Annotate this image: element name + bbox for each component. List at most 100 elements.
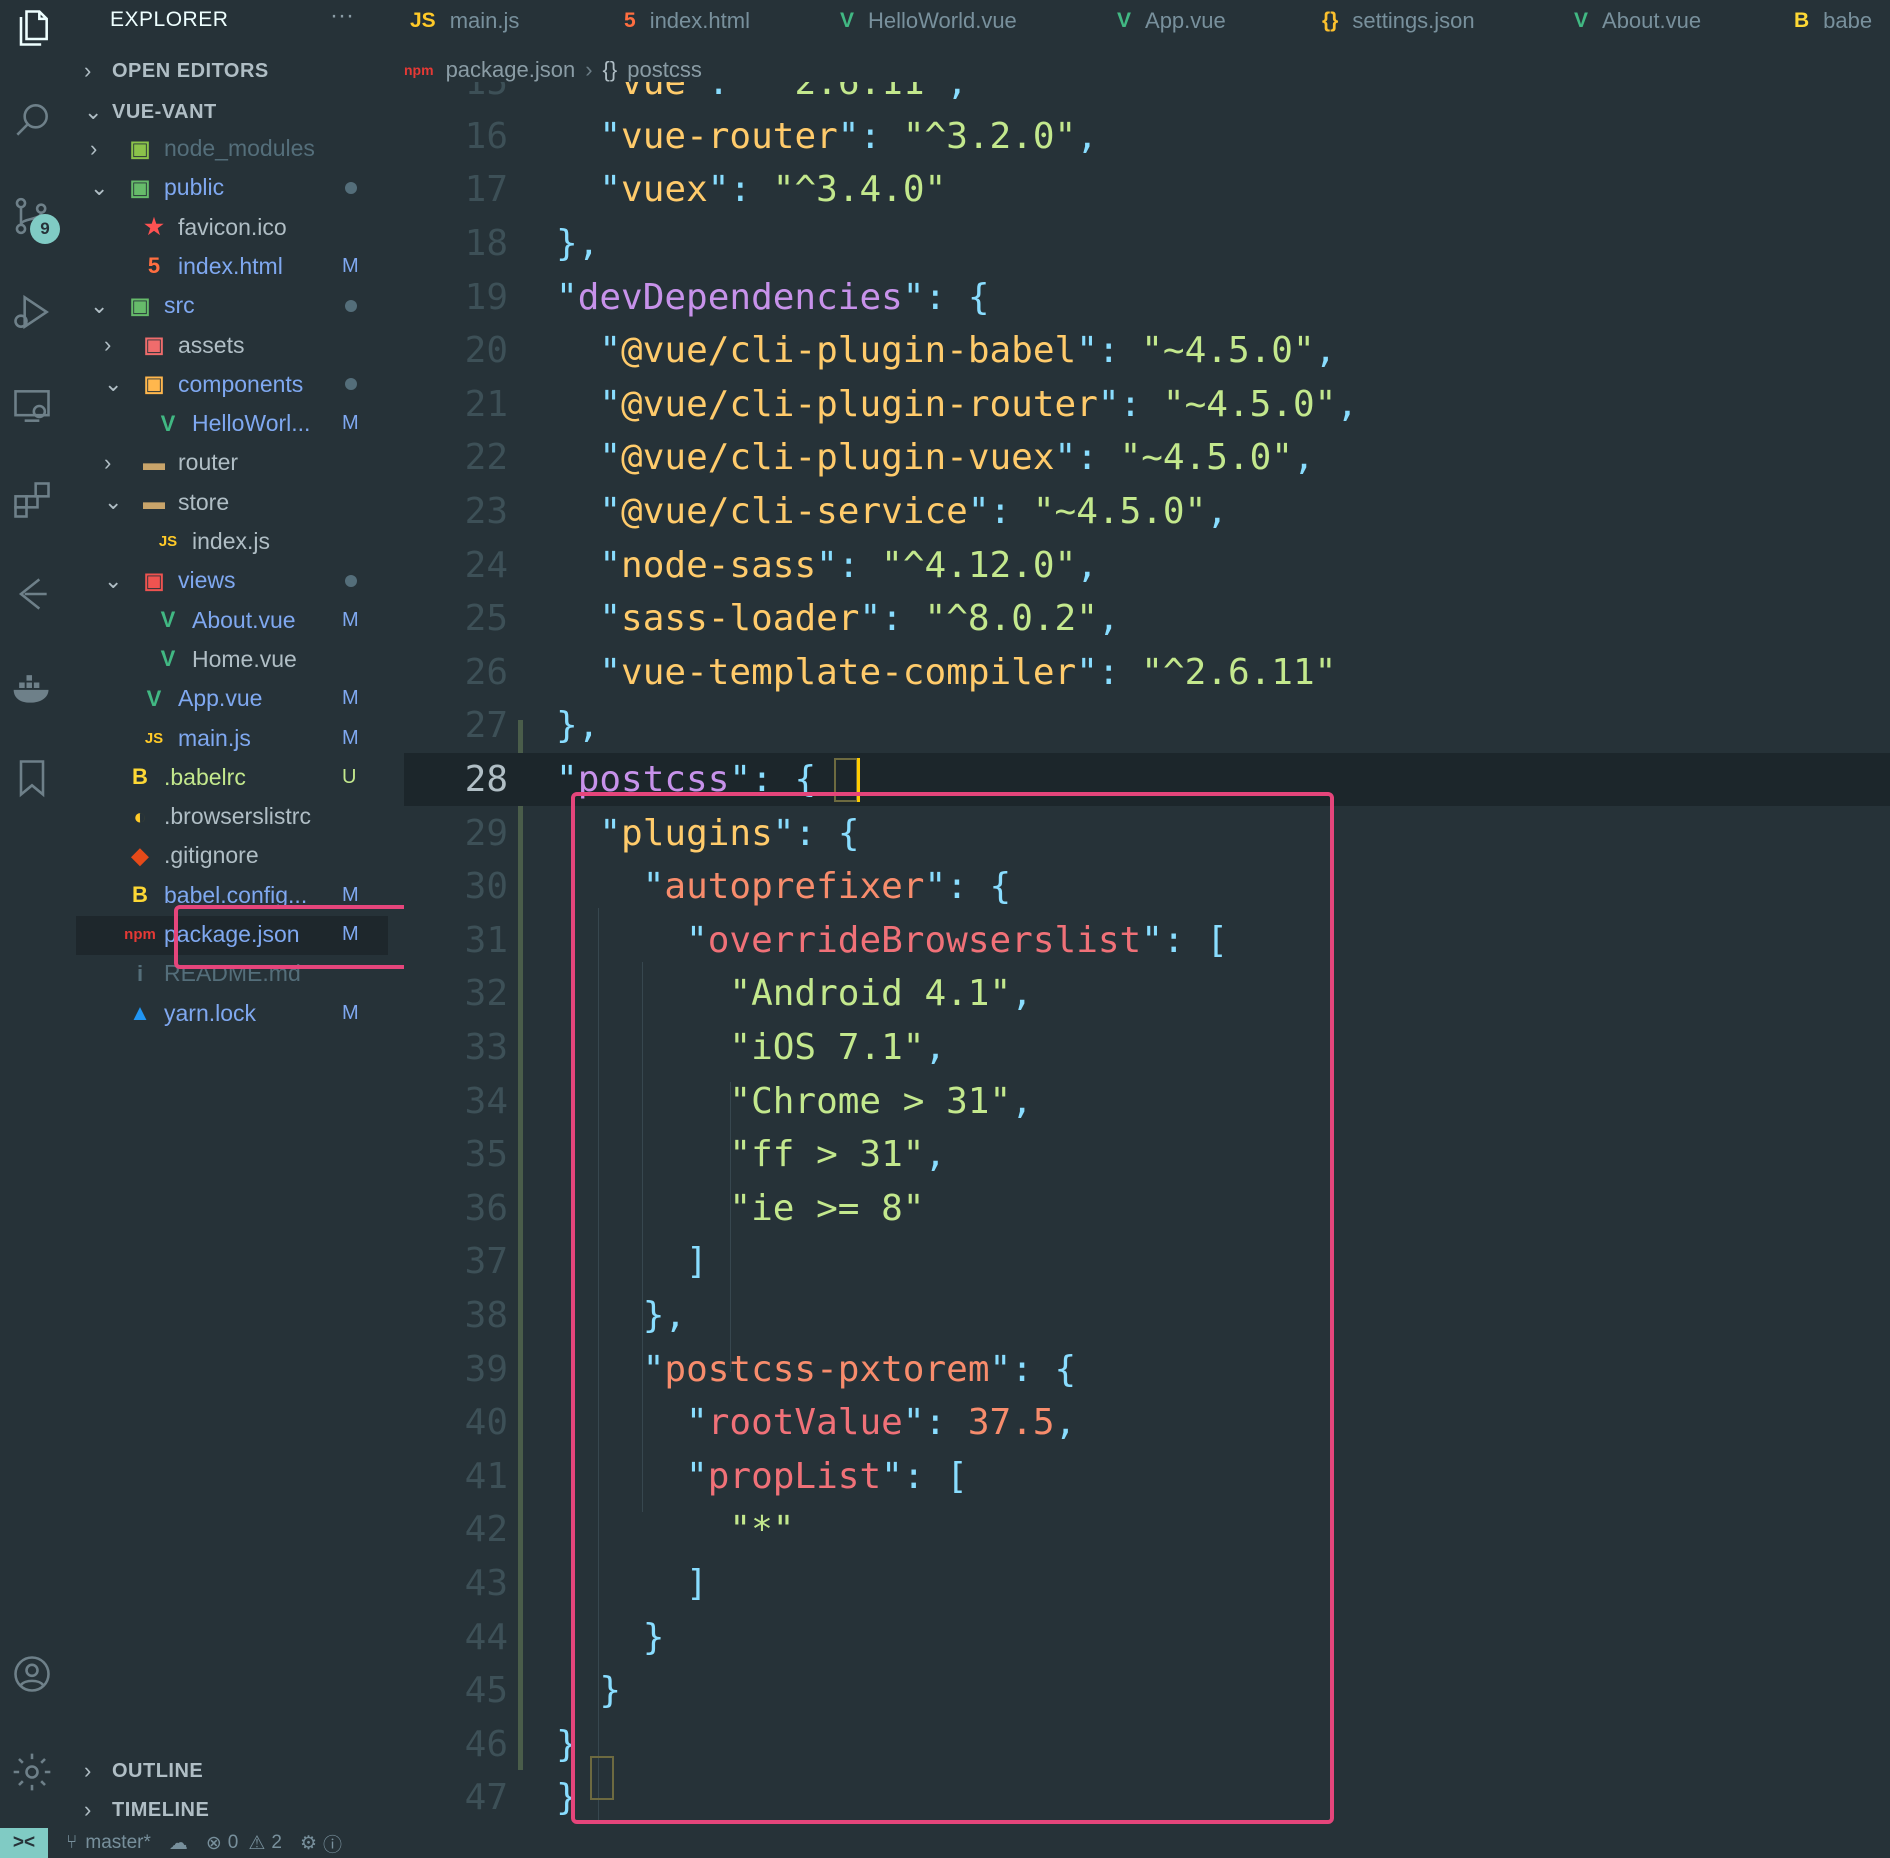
line-number: 36 <box>464 1187 508 1229</box>
chevron-down-icon: ⌄ <box>84 99 103 124</box>
editor-tab[interactable]: JS main.js <box>410 0 519 42</box>
chevron-right-icon[interactable]: › <box>104 450 124 476</box>
code-line: 16 "vue-router": "^3.2.0", <box>404 110 1890 164</box>
line-number: 38 <box>464 1295 508 1337</box>
code-text: "@vue/cli-plugin-babel": "~4.5.0", <box>599 330 1337 372</box>
remote-explorer-icon[interactable] <box>6 380 58 432</box>
bookmarks-icon[interactable] <box>6 752 58 804</box>
activity-bar: 9 <box>0 0 64 1828</box>
chevron-right-icon[interactable]: › <box>104 332 124 358</box>
line-number: 26 <box>464 651 508 693</box>
line-number: 24 <box>464 544 508 586</box>
tree-item-label: index.js <box>192 528 270 554</box>
breadcrumb-symbol[interactable]: postcss <box>627 57 702 83</box>
problems-indicator[interactable]: ⊗ 0 ⚠ 2 <box>206 1832 282 1855</box>
code-text: "vue-template-compiler": "^2.6.11" <box>599 651 1337 693</box>
tab-label: App.vue <box>1145 8 1226 33</box>
chevron-right-icon: › <box>84 1797 92 1822</box>
modified-dot-icon <box>345 378 357 391</box>
line-number: 17 <box>464 169 508 211</box>
tree-item-label: src <box>164 292 195 319</box>
tree-item-label: assets <box>178 331 245 358</box>
git-status-badge: M <box>342 412 359 435</box>
code-line: 23 "@vue/cli-service": "~4.5.0", <box>404 485 1890 539</box>
folder-icon: ▣ <box>143 371 165 397</box>
more-actions-icon[interactable]: ··· <box>330 2 354 30</box>
code-text: "vue-router": "^3.2.0", <box>599 115 1098 157</box>
remote-indicator-icon[interactable]: >< <box>0 1828 48 1858</box>
run-debug-icon[interactable] <box>6 286 58 338</box>
editor-tab[interactable]: 5 index.html <box>624 0 750 42</box>
line-number: 41 <box>464 1455 508 1497</box>
warning-icon: ⚠ <box>248 1832 266 1854</box>
tree-item-label: App.vue <box>178 685 263 712</box>
json-file-icon: {} <box>1322 9 1339 32</box>
code-text: "node-sass": "^4.12.0", <box>599 544 1098 586</box>
editor-tab[interactable]: Bbabe <box>1794 0 1872 42</box>
debug-icon[interactable]: ⚙ <box>300 1832 317 1855</box>
html-file-icon: 5 <box>147 253 161 279</box>
chevron-right-icon[interactable]: › <box>90 136 110 162</box>
vue-file-icon: V <box>160 646 176 672</box>
account-icon[interactable] <box>6 1648 58 1700</box>
docker-icon[interactable] <box>6 662 58 714</box>
line-number: 30 <box>464 866 508 908</box>
breadcrumb-symbol-icon: {} <box>602 57 618 82</box>
editor-tab[interactable]: V About.vue <box>1574 0 1701 42</box>
highlight-annotation-box <box>571 792 1334 1824</box>
info-icon[interactable]: ⓘ <box>323 1830 342 1857</box>
folder-icon: ▣ <box>143 567 165 593</box>
editor-tab[interactable]: V HelloWorld.vue <box>840 0 1017 42</box>
line-number: 32 <box>464 973 508 1015</box>
javascript-file-icon: JS <box>410 9 436 32</box>
files-icon[interactable] <box>6 2 58 54</box>
tree-item-label: yarn.lock <box>164 999 257 1026</box>
tree-item-label: About.vue <box>192 606 296 633</box>
code-line: 19 "devDependencies": { <box>404 270 1890 324</box>
javascript-file-icon: JS <box>158 533 178 550</box>
readme-file-icon: i <box>136 960 144 986</box>
breadcrumb-file[interactable]: package.json <box>446 57 576 83</box>
code-text: }, <box>556 705 600 747</box>
outline-section[interactable]: › OUTLINE <box>84 1758 203 1784</box>
tree-item-label: favicon.ico <box>178 213 287 240</box>
settings-gear-icon[interactable] <box>6 1746 58 1798</box>
extensions-icon[interactable] <box>6 474 58 526</box>
code-text: "vuex": "^3.4.0" <box>599 169 947 211</box>
code-line: 18}, <box>404 217 1890 271</box>
tab-label: HelloWorld.vue <box>868 8 1017 33</box>
line-number: 28 <box>464 759 508 801</box>
line-number: 29 <box>464 812 508 854</box>
favicon-file-icon: ★ <box>144 214 164 240</box>
editor-tab[interactable]: V App.vue <box>1117 0 1226 42</box>
open-editors-section[interactable]: › OPEN EDITORS <box>84 58 269 84</box>
open-editors-label: OPEN EDITORS <box>112 59 269 82</box>
line-number: 21 <box>464 383 508 425</box>
line-number: 35 <box>464 1134 508 1176</box>
code-text: "@vue/cli-plugin-vuex": "~4.5.0", <box>599 437 1315 479</box>
timeline-section[interactable]: › TIMELINE <box>84 1797 209 1823</box>
tree-item-label: main.js <box>178 724 251 751</box>
line-number: 20 <box>464 330 508 372</box>
vue-file-icon: V <box>840 9 855 32</box>
chevron-right-icon: › <box>585 57 593 82</box>
tree-item-label: .gitignore <box>164 842 259 869</box>
chevron-down-icon[interactable]: ⌄ <box>104 371 124 397</box>
chevron-down-icon[interactable]: ⌄ <box>90 293 110 319</box>
chevron-down-icon[interactable]: ⌄ <box>90 175 110 201</box>
project-section[interactable]: ⌄ VUE-VANT <box>84 99 217 125</box>
line-number: 27 <box>464 705 508 747</box>
tree-item-label: node_modules <box>164 135 315 161</box>
search-icon[interactable] <box>6 94 58 146</box>
line-number: 15 <box>464 82 508 104</box>
status-bar: >< ⑂ master* ☁ ⊗ 0 ⚠ 2 ⚙ ⓘ <box>0 1828 1890 1858</box>
tree-item-label: index.html <box>178 252 283 279</box>
sync-icon[interactable]: ☁ <box>169 1832 188 1855</box>
folder-icon: ▬ <box>143 449 165 475</box>
chevron-down-icon[interactable]: ⌄ <box>104 568 124 594</box>
git-graph-icon[interactable] <box>6 568 58 620</box>
chevron-down-icon[interactable]: ⌄ <box>104 489 124 515</box>
branch-indicator[interactable]: ⑂ master* <box>66 1832 151 1854</box>
editor-tab[interactable]: {} settings.json <box>1322 0 1475 42</box>
scm-badge: 9 <box>30 214 60 244</box>
